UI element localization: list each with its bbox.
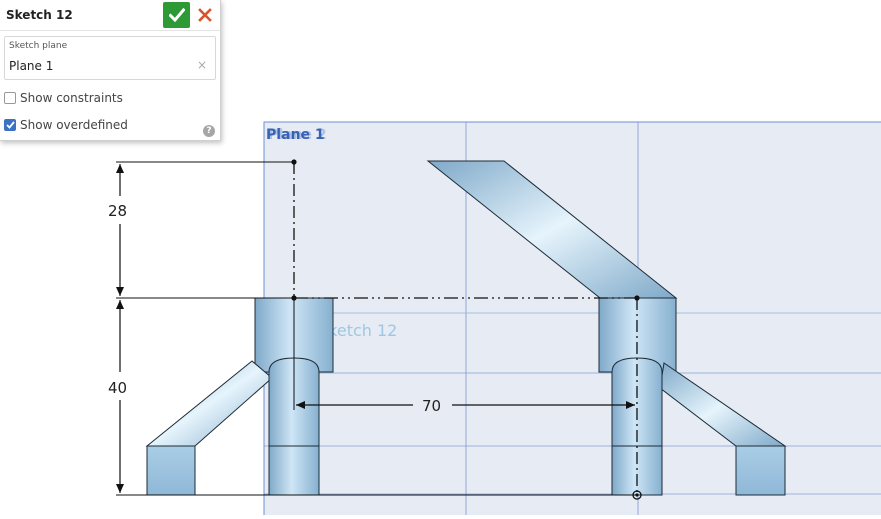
- show-constraints-option[interactable]: Show constraints: [4, 89, 123, 107]
- dialog-header: Sketch 12: [0, 0, 220, 31]
- checkmark-icon: [168, 8, 185, 22]
- dialog-title: Sketch 12: [6, 8, 73, 22]
- dimension-value-horizontal[interactable]: 70: [422, 397, 441, 415]
- sketch-plane-label: Sketch plane: [9, 41, 68, 51]
- plane-label[interactable]: Plane 1: [266, 127, 325, 143]
- dimension-value-bottom[interactable]: 40: [108, 379, 127, 397]
- show-constraints-checkbox[interactable]: [4, 92, 16, 104]
- sketch-plane-field[interactable]: Sketch plane Plane 1 ×: [4, 36, 216, 80]
- dimension-value-top[interactable]: 28: [108, 202, 127, 220]
- confirm-button[interactable]: [163, 2, 190, 28]
- cancel-button[interactable]: [195, 4, 215, 26]
- sketch-plane-value: Plane 1: [9, 59, 54, 73]
- show-constraints-label: Show constraints: [20, 91, 123, 105]
- close-icon: [198, 8, 212, 22]
- show-overdefined-label: Show overdefined: [20, 118, 128, 132]
- clear-selection-icon[interactable]: ×: [197, 58, 207, 72]
- show-overdefined-option[interactable]: Show overdefined: [4, 116, 128, 134]
- checkbox-check-icon: [5, 121, 15, 129]
- plane-1[interactable]: [263, 121, 881, 519]
- sketch-feature-dialog: Sketch 12 Sketch plane Plane 1 × Show co…: [0, 0, 221, 141]
- help-icon[interactable]: ?: [203, 125, 215, 137]
- show-overdefined-checkbox[interactable]: [4, 119, 16, 131]
